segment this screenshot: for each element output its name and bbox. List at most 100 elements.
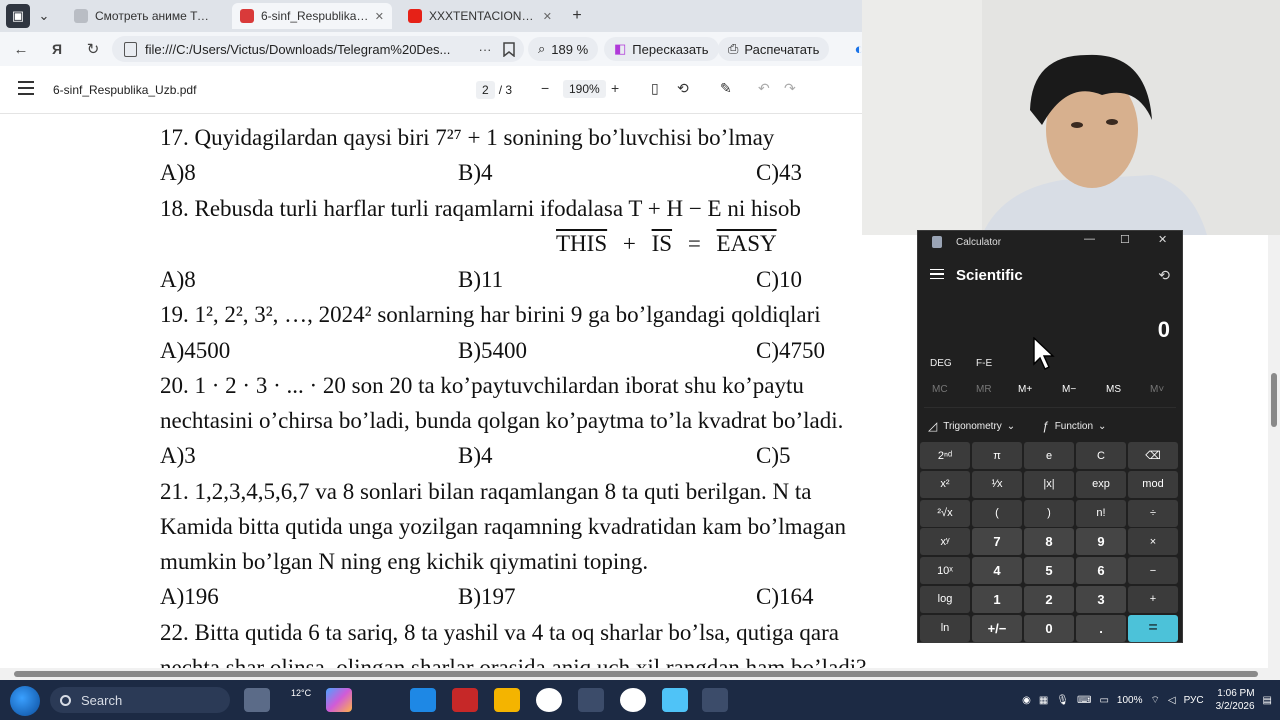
obs-icon[interactable] <box>578 688 604 712</box>
digit-7-button[interactable]: 7 <box>972 528 1022 556</box>
memory-list-button[interactable]: M˅ <box>1150 384 1164 395</box>
draw-icon[interactable]: ✎ <box>720 80 732 97</box>
horizontal-scrollbar[interactable] <box>0 668 1280 680</box>
ln-button[interactable]: ln <box>920 614 970 642</box>
function-dropdown[interactable]: ƒ Function ⌄ <box>1042 419 1106 433</box>
close-paren-button[interactable]: ) <box>1024 499 1074 527</box>
minimize-icon[interactable]: — <box>1084 233 1095 245</box>
close-icon[interactable]: ✕ <box>1158 233 1167 246</box>
pdf-zoom-value[interactable]: 190% <box>563 80 606 98</box>
digit-2-button[interactable]: 2 <box>1024 585 1074 613</box>
file-explorer-icon[interactable] <box>494 688 520 712</box>
undo-icon[interactable]: ↶ <box>758 80 770 97</box>
calculator-taskbar-icon[interactable] <box>702 688 728 712</box>
volume-icon[interactable]: ◁ <box>1168 695 1176 706</box>
fe-toggle[interactable]: F-E <box>976 358 992 369</box>
clear-button[interactable]: C <box>1076 442 1126 469</box>
reciprocal-button[interactable]: ¹⁄x <box>972 470 1022 498</box>
second-button[interactable]: 2ⁿᵈ <box>920 442 970 469</box>
microphone-icon[interactable]: 🎙 <box>1056 695 1069 706</box>
scroll-thumb[interactable] <box>14 671 1258 677</box>
zoom-in-button[interactable]: + <box>611 80 619 96</box>
memory-subtract-button[interactable]: M− <box>1062 384 1076 395</box>
fit-page-icon[interactable]: ▯ <box>651 80 659 97</box>
memory-add-button[interactable]: M+ <box>1018 384 1032 395</box>
nav-menu-icon[interactable] <box>930 268 944 283</box>
reload-icon[interactable]: ↻ <box>82 38 104 60</box>
digit-5-button[interactable]: 5 <box>1024 557 1074 585</box>
deg-toggle[interactable]: DEG <box>930 358 952 369</box>
pi-button[interactable]: π <box>972 442 1022 469</box>
digit-0-button[interactable]: 0 <box>1024 614 1074 642</box>
page-zoom-pill[interactable]: ⌕ 189 % <box>528 37 599 61</box>
digit-3-button[interactable]: 3 <box>1076 585 1126 613</box>
close-tab-icon[interactable]: ✕ <box>543 10 552 23</box>
obs-tray-icon[interactable]: ◉ <box>1022 695 1031 706</box>
multiply-button[interactable]: × <box>1128 528 1178 556</box>
page-number-input[interactable]: 2 <box>476 81 495 99</box>
back-arrow-icon[interactable]: ← <box>10 38 32 60</box>
copilot-icon[interactable] <box>326 688 352 712</box>
square-button[interactable]: x² <box>920 470 970 498</box>
new-tab-plus-icon[interactable]: + <box>566 4 588 28</box>
more-dots-icon[interactable]: ··· <box>474 38 496 60</box>
tab-youtube[interactable]: XXXTENTACION - Le ✕ <box>400 3 560 29</box>
factorial-button[interactable]: n! <box>1076 499 1126 527</box>
tab-list-chevron-icon[interactable]: ⌄ <box>34 4 54 28</box>
rotate-icon[interactable]: ⟲ <box>677 80 689 97</box>
tab-anime[interactable]: Смотреть аниме Ты умее <box>66 3 224 29</box>
clock[interactable]: 1:06 PM 3/2/2026 <box>1216 687 1255 713</box>
open-paren-button[interactable]: ( <box>972 499 1022 527</box>
mod-button[interactable]: mod <box>1128 470 1178 498</box>
history-icon[interactable]: ⟲ <box>1158 267 1170 284</box>
language-indicator[interactable]: РУС <box>1184 695 1204 706</box>
digit-8-button[interactable]: 8 <box>1024 528 1074 556</box>
digit-6-button[interactable]: 6 <box>1076 557 1126 585</box>
keyboard-icon[interactable]: ⌨ <box>1077 695 1091 706</box>
plus-button[interactable]: + <box>1128 585 1178 613</box>
tab-pdf[interactable]: 6-sinf_Respublika_Uzb.pdf ✕ <box>232 3 392 29</box>
memory-clear-button[interactable]: MC <box>932 384 948 395</box>
battery-icon[interactable]: ▭ <box>1099 695 1108 706</box>
weather-widget[interactable]: 12°C <box>291 688 311 698</box>
maximize-icon[interactable]: ☐ <box>1120 233 1130 246</box>
task-view-icon[interactable] <box>244 688 270 712</box>
start-button[interactable] <box>10 686 40 716</box>
divide-button[interactable]: ÷ <box>1128 499 1178 527</box>
pdf-menu-icon[interactable] <box>18 81 34 97</box>
digit-1-button[interactable]: 1 <box>972 585 1022 613</box>
redo-icon[interactable]: ↷ <box>784 80 796 97</box>
e-button[interactable]: e <box>1024 442 1074 469</box>
retell-button[interactable]: ◧ Пересказать <box>604 37 719 61</box>
memory-store-button[interactable]: MS <box>1106 384 1121 395</box>
print-button[interactable]: ⎙ Распечатать <box>718 37 830 61</box>
wifi-icon[interactable]: ⌔ <box>1150 694 1159 707</box>
calculator-titlebar[interactable]: Calculator — ☐ ✕ <box>918 231 1182 253</box>
decimal-button[interactable]: . <box>1076 614 1126 642</box>
minus-button[interactable]: − <box>1128 557 1178 585</box>
yandex-browser-icon[interactable] <box>620 688 646 712</box>
exp-button[interactable]: exp <box>1076 470 1126 498</box>
scroll-thumb[interactable] <box>1271 373 1277 427</box>
pdf-reader-icon[interactable] <box>452 688 478 712</box>
store-icon[interactable] <box>410 688 436 712</box>
digit-9-button[interactable]: 9 <box>1076 528 1126 556</box>
zoom-out-button[interactable]: − <box>541 80 549 96</box>
negate-button[interactable]: +/− <box>972 614 1022 642</box>
notepad-icon[interactable] <box>662 688 688 712</box>
memory-recall-button[interactable]: MR <box>976 384 992 395</box>
power-button[interactable]: xʸ <box>920 528 970 556</box>
taskbar-search[interactable]: Search <box>50 687 230 713</box>
address-bar[interactable]: file:///C:/Users/Victus/Downloads/Telegr… <box>112 36 524 62</box>
yandex-browser-icon[interactable] <box>536 688 562 712</box>
notification-icon[interactable]: ▤ <box>1263 695 1272 706</box>
sidebar-toggle-icon[interactable]: ▣ <box>6 4 30 28</box>
abs-button[interactable]: |x| <box>1024 470 1074 498</box>
equals-button[interactable]: = <box>1128 614 1178 642</box>
network-tray-icon[interactable]: ▦ <box>1039 695 1048 706</box>
ten-power-button[interactable]: 10ˣ <box>920 557 970 585</box>
bookmark-icon[interactable] <box>498 38 520 60</box>
trigonometry-dropdown[interactable]: ◿ Trigonometry ⌄ <box>928 419 1015 433</box>
digit-4-button[interactable]: 4 <box>972 557 1022 585</box>
log-button[interactable]: log <box>920 585 970 613</box>
